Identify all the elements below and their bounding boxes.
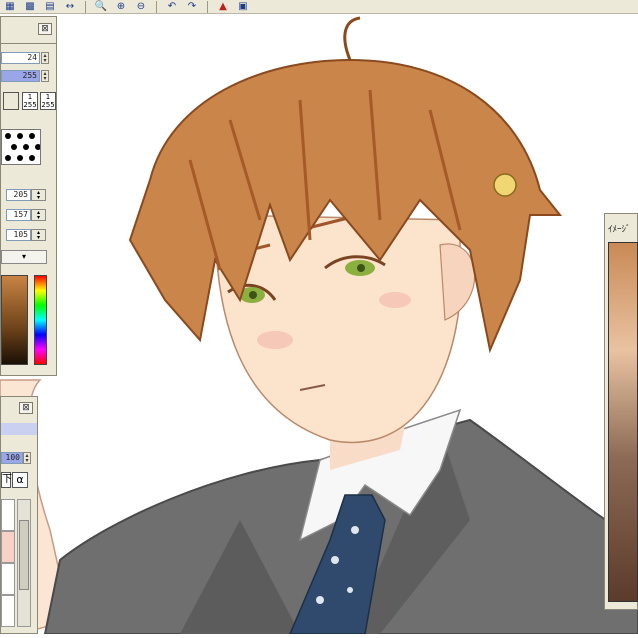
- blue-spinner[interactable]: ▴ ▾: [31, 229, 46, 241]
- min-size-value: 255: [23, 101, 37, 109]
- zoom-icon[interactable]: 🔍: [93, 0, 109, 13]
- toolbar-separator: [207, 0, 208, 13]
- character-illustration: [0, 16, 638, 635]
- layer-row[interactable]: [1, 563, 15, 595]
- hue-slider[interactable]: [34, 275, 47, 365]
- layer-scrollbar[interactable]: [17, 499, 31, 627]
- layer-alpha-button[interactable]: α: [12, 472, 28, 488]
- close-icon[interactable]: ⊠: [19, 402, 33, 414]
- image-navigator-panel: ｲﾒｰｼﾞ: [604, 213, 638, 610]
- color-field-picker[interactable]: [1, 275, 28, 365]
- green-spinner[interactable]: ▴ ▾: [31, 209, 46, 221]
- grid-icon[interactable]: ▦: [2, 0, 18, 13]
- layer-merge-down-button[interactable]: 下: [1, 472, 12, 488]
- navigator-preview[interactable]: [608, 242, 638, 602]
- color-palette-panel: ⊠ 24 ▴ ▾ 255 ▴ ▾ 1 255 1 255 205 ▴ ▾ 157 ▴ ▾ 1…: [0, 16, 57, 376]
- layer-row[interactable]: [1, 595, 15, 627]
- zoom-out-icon[interactable]: ⊖: [133, 0, 149, 13]
- layer-row-selected[interactable]: [1, 531, 15, 563]
- redo-icon[interactable]: ↷: [184, 0, 200, 13]
- zoom-in-icon[interactable]: ⊕: [113, 0, 129, 13]
- min-density-button[interactable]: 1 255: [40, 92, 56, 110]
- texture-preview[interactable]: [1, 129, 41, 165]
- layer-panel: ⊠ 100 ▴ ▾ 下 α: [0, 396, 38, 634]
- layer-opacity-field[interactable]: 100: [1, 452, 23, 464]
- clear-icon[interactable]: ▲: [215, 0, 231, 13]
- dots-texture-icon: [5, 133, 41, 161]
- min-size-label: 1: [27, 93, 33, 101]
- close-icon[interactable]: ⊠: [38, 23, 52, 35]
- brush-shape-icon[interactable]: [3, 92, 19, 110]
- blue-value-field[interactable]: 105: [6, 229, 31, 241]
- opacity-spinner[interactable]: ▴ ▾: [41, 70, 49, 82]
- layer-header-bar: [1, 423, 37, 435]
- navigator-title: ｲﾒｰｼﾞ: [608, 225, 631, 235]
- red-value-field[interactable]: 205: [6, 189, 31, 201]
- panel-divider: [1, 43, 56, 44]
- brush-size-spinner[interactable]: ▴ ▾: [41, 52, 49, 64]
- layer-row[interactable]: [1, 499, 15, 531]
- min-density-label: 1: [45, 93, 51, 101]
- min-size-button[interactable]: 1 255: [22, 92, 38, 110]
- color-mode-dropdown[interactable]: ▾: [1, 250, 47, 264]
- main-toolbar: ▦ ▩ ▤ ↔ 🔍 ⊕ ⊖ ↶ ↷ ▲ ▣: [0, 0, 638, 14]
- mesh-icon[interactable]: ▤: [42, 0, 58, 13]
- red-spinner[interactable]: ▴ ▾: [31, 189, 46, 201]
- transparency-icon[interactable]: ▩: [22, 0, 38, 13]
- undo-icon[interactable]: ↶: [164, 0, 180, 13]
- layer-icon[interactable]: ▣: [235, 0, 251, 13]
- layer-opacity-spinner[interactable]: ▴ ▾: [23, 452, 31, 464]
- drawing-canvas[interactable]: [0, 14, 638, 635]
- green-value-field[interactable]: 157: [6, 209, 31, 221]
- scrollbar-thumb[interactable]: [19, 520, 29, 590]
- toolbar-separator: [156, 0, 157, 13]
- opacity-field[interactable]: 255: [1, 70, 40, 82]
- brush-size-field[interactable]: 24: [1, 52, 40, 64]
- min-density-value: 255: [41, 101, 55, 109]
- fit-width-icon[interactable]: ↔: [62, 0, 78, 13]
- toolbar-separator: [85, 0, 86, 13]
